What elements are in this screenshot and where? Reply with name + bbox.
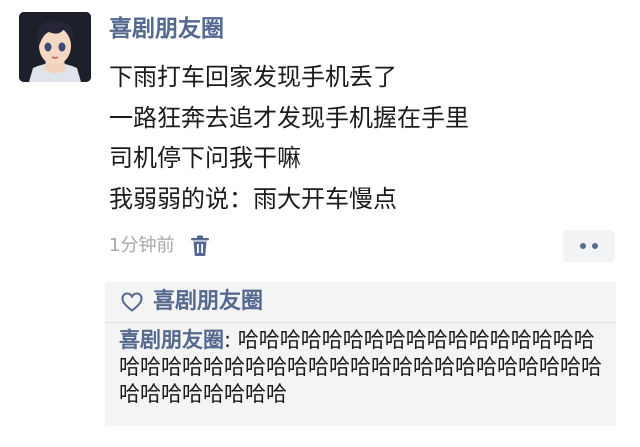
- heart-outline-icon: [121, 292, 143, 312]
- likes-row: 喜剧朋友圈: [105, 282, 616, 322]
- post-text-line: 我弱弱的说：雨大开车慢点: [109, 184, 397, 213]
- post-meta: 1分钟前: [109, 231, 210, 261]
- like-user-name[interactable]: 喜剧朋友圈: [153, 287, 263, 317]
- post-time: 1分钟前: [109, 235, 175, 256]
- interaction-panel: 喜剧朋友圈 喜剧朋友圈: 哈哈哈哈哈哈哈哈哈哈哈哈哈哈哈哈哈哈哈哈哈哈哈哈哈哈哈…: [105, 282, 616, 426]
- post-content: 下雨打车回家发现手机丢了 一路狂奔去追才发现手机握在手里 司机停下问我干嘛 我弱…: [109, 57, 629, 219]
- more-dots-icon: [580, 243, 586, 249]
- trash-icon[interactable]: [190, 235, 210, 257]
- avatar[interactable]: [19, 12, 91, 82]
- comment-author[interactable]: 喜剧朋友圈: [119, 328, 224, 352]
- comment-item[interactable]: 喜剧朋友圈: 哈哈哈哈哈哈哈哈哈哈哈哈哈哈哈哈哈哈哈哈哈哈哈哈哈哈哈哈哈哈哈哈哈…: [105, 323, 609, 408]
- comment-separator: :: [224, 328, 238, 352]
- avatar-image: [19, 12, 91, 82]
- more-dots-icon: [592, 243, 598, 249]
- post-author[interactable]: 喜剧朋友圈: [109, 14, 224, 44]
- more-button[interactable]: [563, 230, 615, 262]
- post-text-line: 司机停下问我干嘛: [109, 144, 301, 172]
- post-text-line: 一路狂奔去追才发现手机握在手里: [109, 103, 469, 132]
- post-text-line: 下雨打车回家发现手机丢了: [109, 63, 397, 91]
